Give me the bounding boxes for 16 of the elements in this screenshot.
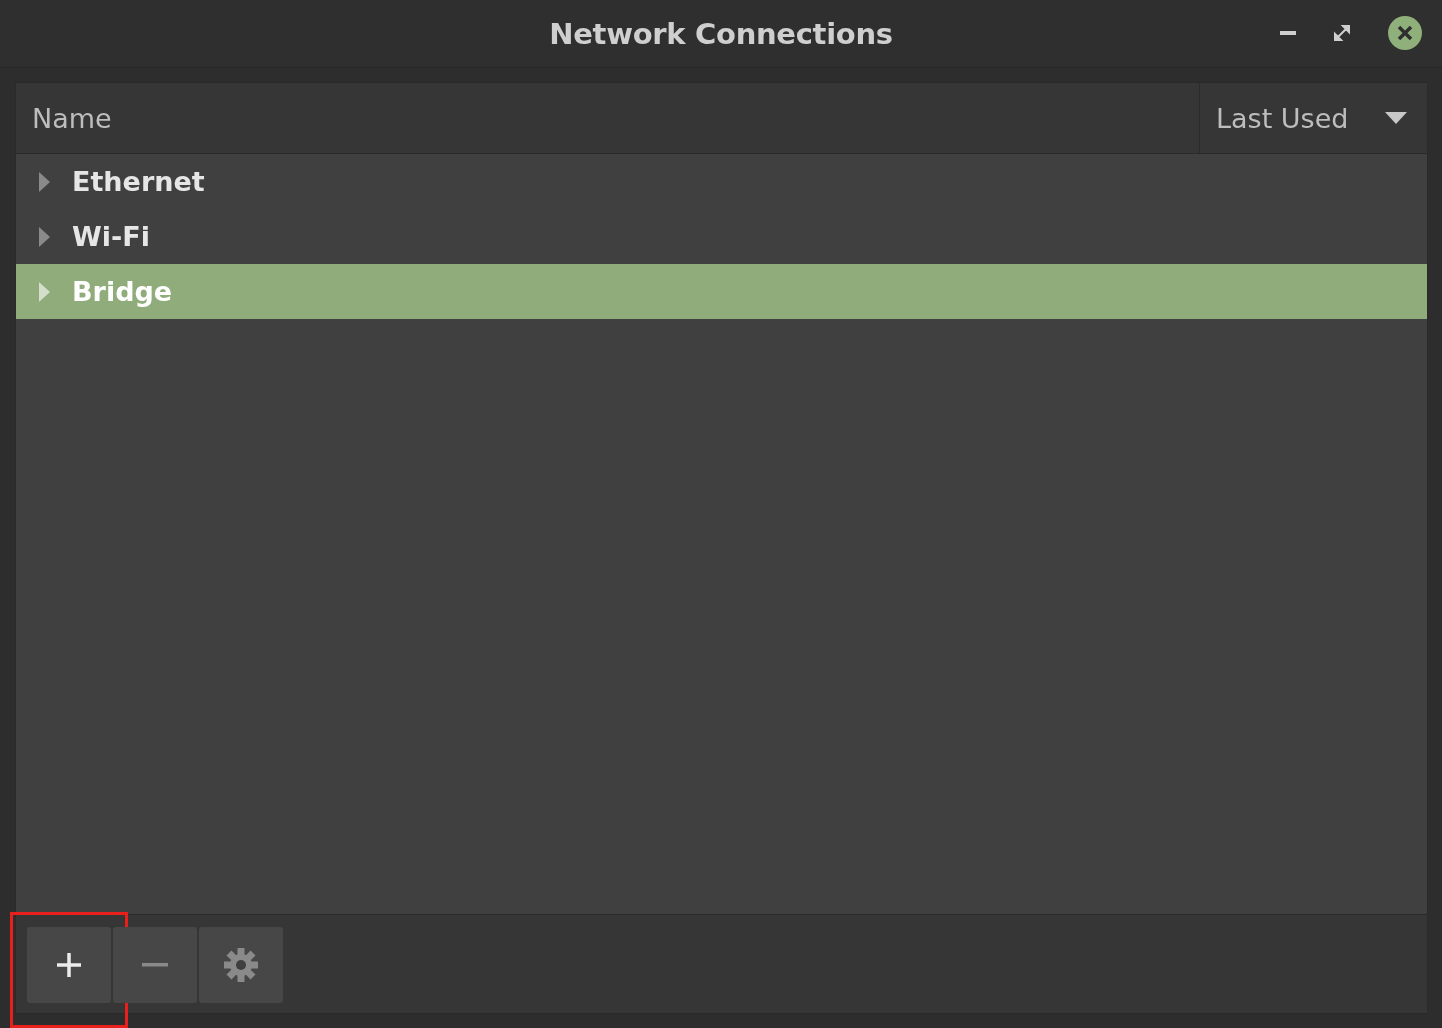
window-title: Network Connections bbox=[549, 16, 893, 51]
remove-icon bbox=[142, 963, 168, 967]
settings-button[interactable] bbox=[199, 927, 283, 1003]
connection-name: Ethernet bbox=[72, 166, 205, 197]
add-icon bbox=[56, 952, 82, 978]
connection-name: Bridge bbox=[72, 276, 173, 307]
restore-icon[interactable] bbox=[1334, 25, 1350, 41]
connection-name: Wi-Fi bbox=[72, 221, 150, 252]
expander-icon[interactable] bbox=[36, 281, 52, 302]
connection-row[interactable]: Ethernet bbox=[16, 154, 1427, 209]
close-icon[interactable] bbox=[1388, 16, 1422, 50]
expander-icon[interactable] bbox=[36, 226, 52, 247]
add-button[interactable] bbox=[27, 927, 111, 1003]
settings-icon bbox=[224, 948, 258, 982]
connection-row[interactable]: Wi-Fi bbox=[16, 209, 1427, 264]
expander-icon[interactable] bbox=[36, 171, 52, 192]
